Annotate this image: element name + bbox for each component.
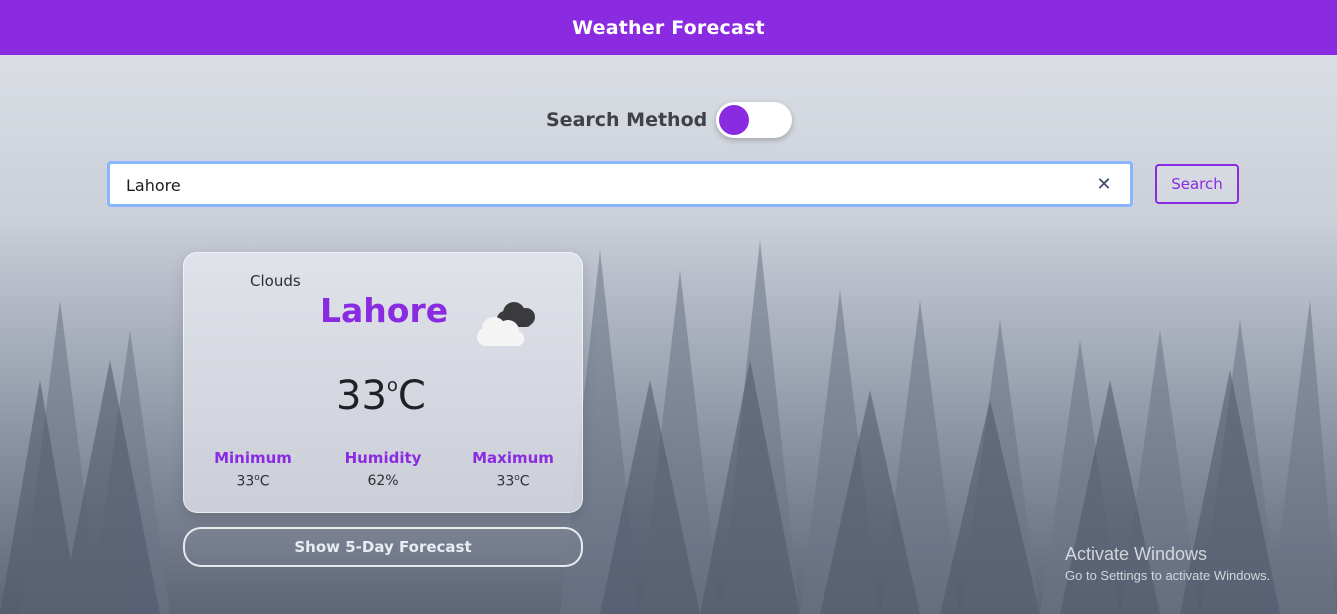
stat-minimum: Minimum 33oC	[198, 449, 308, 490]
stat-unit: C	[259, 473, 270, 490]
header-bar: Weather Forecast	[0, 0, 1337, 55]
stat-value: 33oC	[496, 473, 530, 490]
stat-label: Humidity	[344, 449, 422, 467]
activate-windows-watermark: Activate Windows Go to Settings to activ…	[1065, 544, 1270, 583]
stat-value: 33oC	[236, 473, 270, 490]
show-forecast-button[interactable]: Show 5-Day Forecast	[183, 527, 583, 567]
weather-condition: Clouds	[250, 272, 301, 290]
stat-humidity: Humidity 62%	[328, 449, 438, 489]
weather-card: Clouds Lahore 33oC Minimum 33oC Humidity…	[183, 252, 583, 513]
stat-number: 33	[236, 473, 255, 490]
cloud-icon	[477, 302, 535, 346]
stat-number: 33	[496, 473, 515, 490]
temperature-unit: C	[397, 373, 426, 419]
current-temperature: 33oC	[336, 373, 426, 419]
watermark-subtitle: Go to Settings to activate Windows.	[1065, 568, 1271, 583]
stat-maximum: Maximum 33oC	[458, 449, 568, 490]
search-method-label: Search Method	[546, 109, 708, 131]
search-input[interactable]	[124, 164, 1078, 206]
stat-label: Minimum	[214, 449, 292, 467]
app-title: Weather Forecast	[572, 16, 765, 39]
temperature-value: 33	[336, 373, 387, 419]
search-box: ✕	[107, 161, 1133, 207]
stat-value: 62%	[367, 473, 399, 489]
city-name: Lahore	[320, 291, 449, 330]
stat-unit: C	[519, 473, 530, 490]
search-method-control: Search Method	[546, 102, 793, 138]
toggle-knob	[719, 105, 750, 135]
stat-label: Maximum	[472, 449, 554, 467]
close-icon[interactable]: ✕	[1094, 174, 1114, 195]
search-button[interactable]: Search	[1155, 164, 1239, 204]
search-method-toggle[interactable]	[716, 102, 793, 138]
watermark-title: Activate Windows	[1065, 544, 1208, 564]
